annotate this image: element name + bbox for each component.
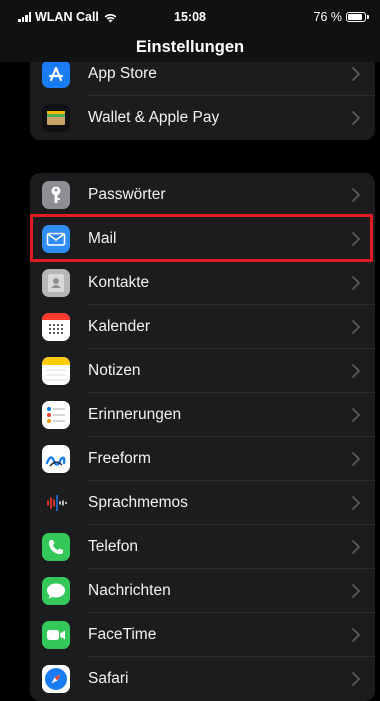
chevron-right-icon (351, 405, 361, 425)
settings-row-label: Telefon (88, 538, 138, 555)
chevron-right-icon (351, 185, 361, 205)
settings-row-kontakte[interactable]: Kontakte (30, 261, 375, 305)
chevron-right-icon (351, 449, 361, 469)
settings-row-freeform[interactable]: Freeform (30, 437, 375, 481)
battery-icon (346, 12, 369, 22)
app-store-icon (42, 60, 70, 88)
settings-row-telefon[interactable]: Telefon (30, 525, 375, 569)
settings-row-facetime[interactable]: FaceTime (30, 613, 375, 657)
facetime-icon (42, 621, 70, 649)
mail-highlight-box (30, 214, 373, 262)
settings-row-label: Notizen (88, 362, 141, 379)
reminders-icon (42, 401, 70, 429)
settings-row-label: FaceTime (88, 626, 157, 643)
freeform-icon (42, 445, 70, 473)
settings-row-safari[interactable]: Safari (30, 657, 375, 701)
notes-icon (42, 357, 70, 385)
safari-icon (42, 665, 70, 693)
chevron-right-icon (351, 361, 361, 381)
phone-icon (42, 533, 70, 561)
chevron-right-icon (351, 625, 361, 645)
settings-row-sprachmemos[interactable]: Sprachmemos (30, 481, 375, 525)
settings-row-label: Kalender (88, 318, 151, 335)
settings-row-label: Erinnerungen (88, 406, 182, 423)
settings-row-kalender[interactable]: Kalender (30, 305, 375, 349)
settings-row-label: Freeform (88, 450, 151, 467)
chevron-right-icon (351, 273, 361, 293)
settings-row-label: Nachrichten (88, 582, 171, 599)
settings-row-wallet-apple-pay[interactable]: Wallet & Apple Pay (30, 96, 375, 140)
contacts-icon (42, 269, 70, 297)
settings-group-apps: App Store Wallet & Apple Pay (30, 52, 375, 140)
settings-row-passwörter[interactable]: Passwörter (30, 173, 375, 217)
settings-row-label: Safari (88, 670, 129, 687)
chevron-right-icon (351, 108, 361, 128)
calendar-icon (42, 313, 70, 341)
settings-row-notizen[interactable]: Notizen (30, 349, 375, 393)
settings-row-label: Sprachmemos (88, 494, 188, 511)
settings-row-erinnerungen[interactable]: Erinnerungen (30, 393, 375, 437)
chevron-right-icon (351, 317, 361, 337)
settings-row-label: Wallet & Apple Pay (88, 109, 220, 126)
settings-row-label: Passwörter (88, 186, 166, 203)
navigation-header: WLAN Call 15:08 76 % Einstellungen (0, 0, 380, 62)
chevron-right-icon (351, 581, 361, 601)
chevron-right-icon (351, 64, 361, 84)
settings-row-label: Kontakte (88, 274, 150, 291)
battery-percentage: 76 % (313, 10, 343, 24)
messages-icon (42, 577, 70, 605)
status-right: 76 % (313, 10, 369, 24)
chevron-right-icon (351, 493, 361, 513)
settings-row-label: App Store (88, 65, 157, 82)
wallet-icon (42, 104, 70, 132)
settings-row-nachrichten[interactable]: Nachrichten (30, 569, 375, 613)
voice-memos-icon (42, 489, 70, 517)
chevron-right-icon (351, 537, 361, 557)
key-icon (42, 181, 70, 209)
page-title: Einstellungen (135, 38, 245, 56)
chevron-right-icon (351, 669, 361, 689)
